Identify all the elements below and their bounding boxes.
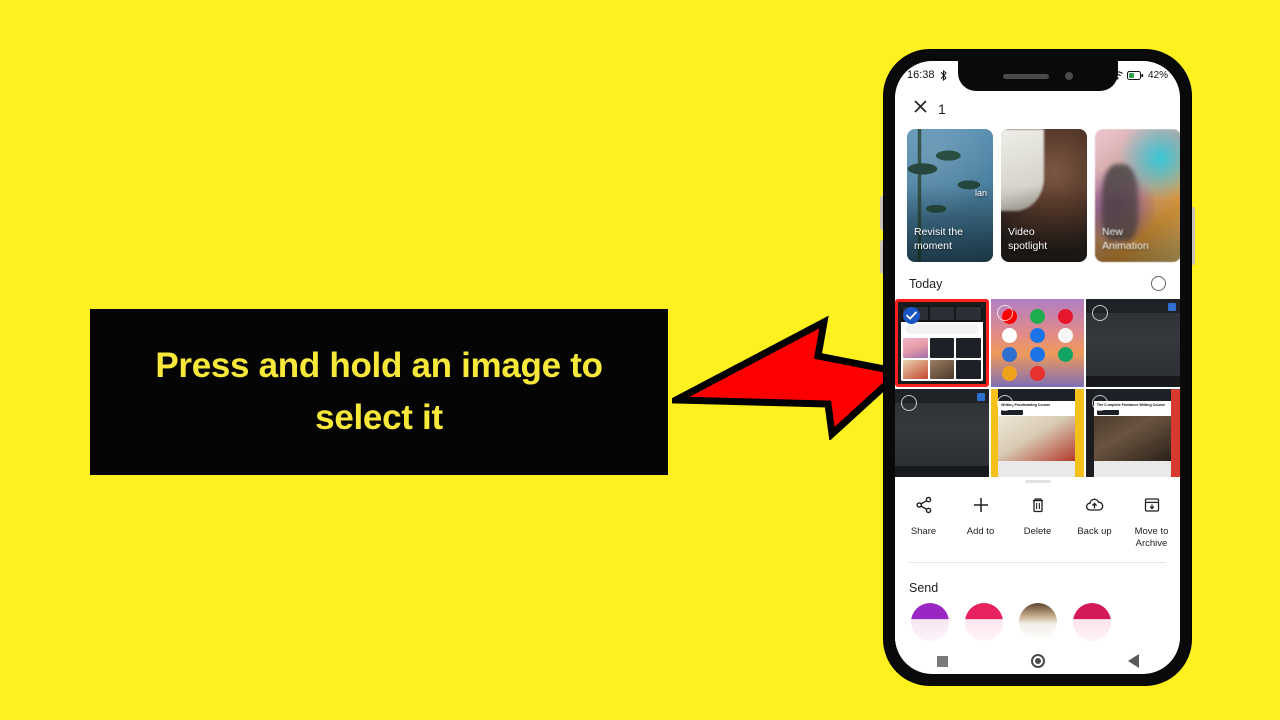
archive-icon	[1143, 496, 1161, 519]
memory-card-new-animation[interactable]: New Animation	[1095, 129, 1180, 262]
action-label: Back up	[1077, 526, 1112, 537]
action-label: Delete	[1023, 526, 1052, 537]
memory-card-video-spotlight[interactable]: Video spotlight	[1001, 129, 1087, 262]
empty-circle-icon[interactable]	[1151, 276, 1166, 291]
photo-cell-selected[interactable]	[895, 299, 989, 387]
phone-screen: 16:38 42% 1 lan Revisit the moment Video…	[895, 61, 1180, 674]
square-icon[interactable]	[936, 655, 948, 667]
photo-cell-dark-post-2[interactable]	[895, 389, 989, 477]
battery-icon	[1126, 70, 1144, 80]
avatar-pink[interactable]	[965, 602, 1003, 641]
check-icon	[903, 307, 920, 324]
send-label: Send	[909, 580, 939, 595]
status-bar-right: 42%	[1112, 70, 1168, 81]
avatar-photo[interactable]	[1019, 602, 1057, 641]
phone-frame: 16:38 42% 1 lan Revisit the moment Video…	[884, 50, 1191, 685]
add-to-button[interactable]: Add to	[952, 496, 1009, 538]
android-nav-bar[interactable]	[895, 648, 1180, 674]
section-title: Today	[909, 276, 943, 291]
avatar-purple[interactable]	[911, 602, 949, 641]
close-icon[interactable]	[913, 99, 928, 119]
avatar-crimson[interactable]	[1073, 602, 1111, 641]
action-buttons: Share Add to Delete Back up Move to Arch…	[895, 490, 1180, 550]
memory-card-revisit-the-moment[interactable]: lan Revisit the moment	[907, 129, 993, 262]
selection-count: 1	[938, 101, 946, 117]
plus-icon	[972, 496, 990, 519]
photo-grid[interactable]: Writing Proofreading Course The Complete…	[895, 299, 1180, 477]
cloud-upload-icon	[1085, 496, 1104, 519]
selection-circle-icon[interactable]	[901, 395, 917, 411]
action-label: Share	[910, 526, 937, 537]
photo-cell-dark-post-1[interactable]	[1086, 299, 1180, 387]
selection-circle-icon[interactable]	[996, 305, 1013, 321]
action-label: Move to Archive	[1134, 526, 1169, 549]
photo-cell-course-writing[interactable]: Writing Proofreading Course	[990, 389, 1085, 477]
selection-circle-icon[interactable]	[996, 395, 1013, 411]
triangle-back-icon[interactable]	[1127, 654, 1139, 668]
earpiece-speaker	[1002, 73, 1049, 79]
move-to-archive-button[interactable]: Move to Archive	[1123, 496, 1180, 550]
status-bar-left: 16:38	[907, 69, 948, 81]
sheet-grabber[interactable]	[1024, 480, 1051, 483]
photo-cell-app-home[interactable]	[990, 299, 1085, 387]
circle-icon[interactable]	[1030, 654, 1045, 668]
back-up-button[interactable]: Back up	[1066, 496, 1123, 538]
divider	[909, 561, 1166, 563]
red-arrow	[672, 315, 904, 440]
delete-button[interactable]: Delete	[1009, 496, 1066, 538]
send-avatars[interactable]	[909, 595, 1180, 641]
phone-notch	[957, 61, 1118, 91]
battery-level: 42%	[1147, 69, 1168, 81]
memory-card-label: Revisit the moment	[914, 226, 964, 253]
section-header-today: Today	[895, 272, 1180, 299]
screenshot-stage: Press and hold an image to select it 16:…	[0, 0, 1280, 720]
bluetooth-icon	[939, 69, 948, 81]
action-label: Add to	[966, 526, 995, 537]
memory-card-hint: lan	[974, 187, 987, 198]
share-icon	[915, 496, 933, 519]
selection-pill[interactable]: 1	[905, 95, 960, 123]
action-bar: Share Add to Delete Back up Move to Arch…	[895, 477, 1180, 573]
trash-icon	[1029, 496, 1047, 519]
share-button[interactable]: Share	[895, 496, 952, 538]
memory-card-label: New Animation	[1102, 226, 1149, 253]
memories-carousel[interactable]: lan Revisit the moment Video spotlight N…	[895, 129, 1180, 272]
photo-cell-course-laptop[interactable]: The Complete Freelance Writing Course	[1086, 389, 1180, 477]
front-camera-icon	[1064, 72, 1073, 80]
send-section: Send	[895, 572, 1180, 641]
selection-header: 1	[895, 89, 1180, 129]
instruction-banner: Press and hold an image to select it	[90, 309, 668, 475]
memory-card-label: Video spotlight	[1008, 226, 1048, 253]
status-time: 16:38	[907, 69, 935, 81]
instruction-text: Press and hold an image to select it	[155, 346, 603, 437]
